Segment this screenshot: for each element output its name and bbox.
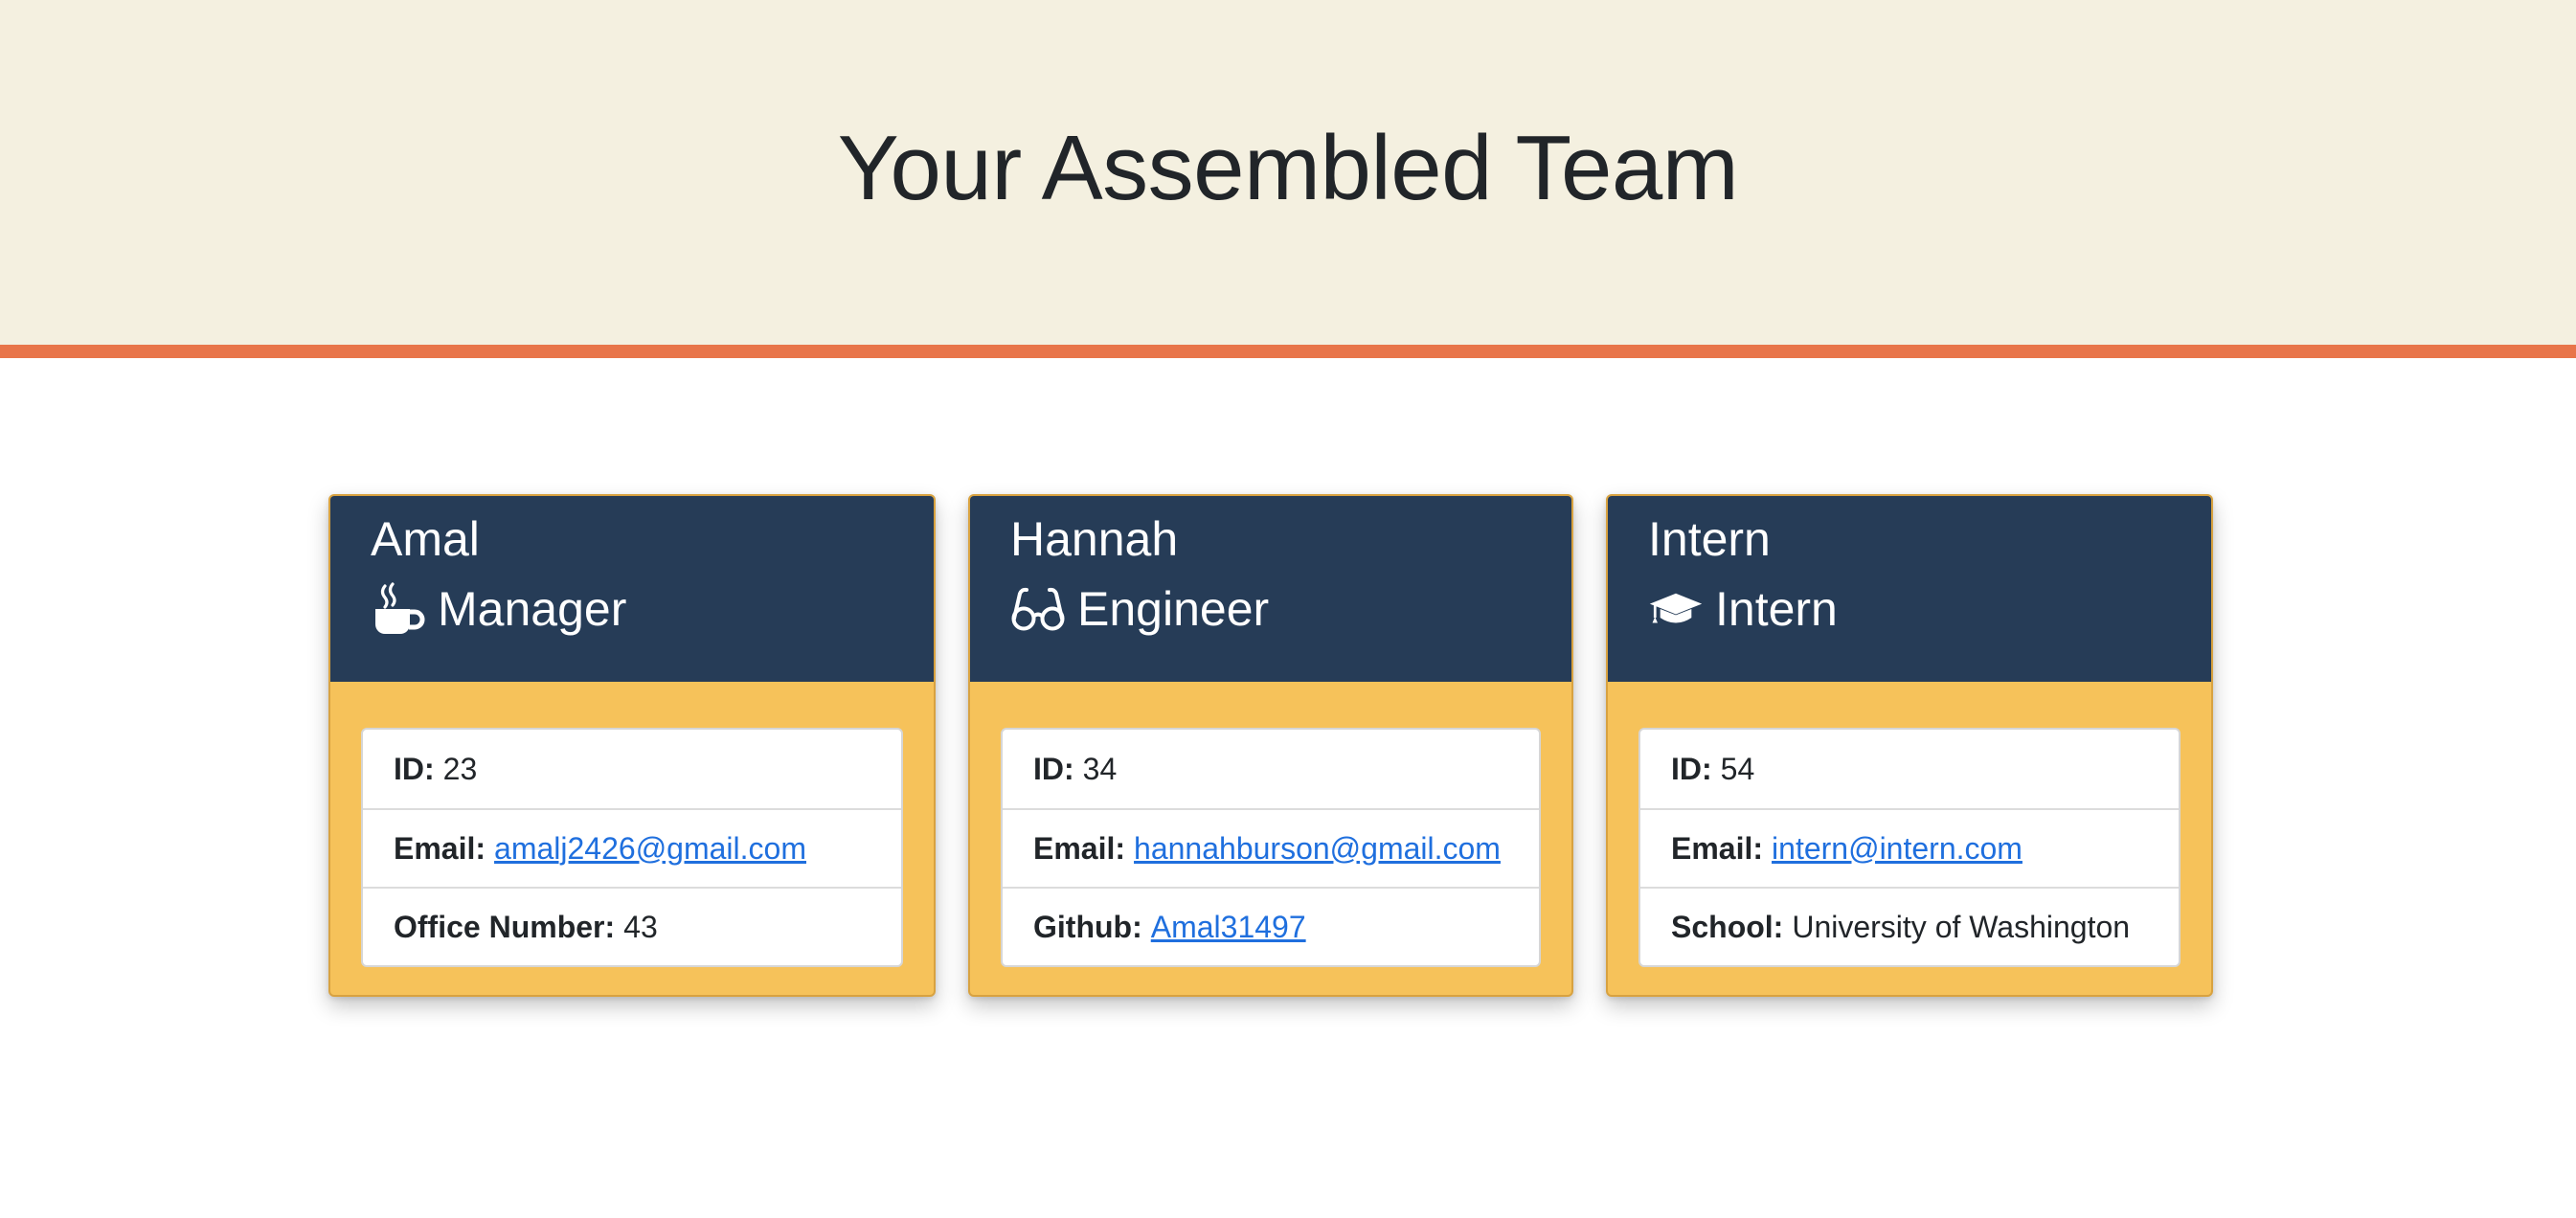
- employee-card-intern: Intern Intern ID: 54 Email: intern@inter…: [1606, 494, 2213, 997]
- email-label: Email:: [1033, 830, 1126, 866]
- list-item-email: Email: intern@intern.com: [1640, 808, 2179, 887]
- office-number-label: Office Number:: [394, 909, 616, 944]
- employee-role-label: Intern: [1715, 582, 1838, 636]
- card-body: ID: 54 Email: intern@intern.com School: …: [1608, 682, 2211, 967]
- employee-role: Intern: [1648, 578, 2171, 640]
- school-label: School:: [1671, 909, 1784, 944]
- employee-details: ID: 23 Email: amalj2426@gmail.com Office…: [361, 728, 903, 967]
- employee-role: Engineer: [1010, 578, 1531, 640]
- email-label: Email:: [394, 830, 486, 866]
- employee-card-manager: Amal Manager ID: 23 Email: amalj2426@gma…: [328, 494, 936, 997]
- list-item-school: School: University of Washington: [1640, 887, 2179, 965]
- mug-hot-icon: [371, 581, 426, 637]
- employee-details: ID: 34 Email: hannahburson@gmail.com Git…: [1001, 728, 1541, 967]
- card-header: Intern Intern: [1608, 496, 2211, 682]
- card-header: Hannah Engineer: [970, 496, 1571, 682]
- list-item-id: ID: 34: [1003, 730, 1539, 808]
- card-body: ID: 23 Email: amalj2426@gmail.com Office…: [330, 682, 934, 967]
- email-label: Email:: [1671, 830, 1764, 866]
- page-header: Your Assembled Team: [0, 0, 2576, 358]
- email-link[interactable]: intern@intern.com: [1772, 831, 2022, 867]
- list-item-github: Github: Amal31497: [1003, 887, 1539, 965]
- employee-details: ID: 54 Email: intern@intern.com School: …: [1638, 728, 2181, 967]
- school-value: University of Washington: [1792, 909, 2131, 944]
- email-link[interactable]: hannahburson@gmail.com: [1134, 831, 1501, 867]
- page-title: Your Assembled Team: [837, 117, 1739, 219]
- graduation-cap-icon: [1648, 581, 1704, 637]
- id-label: ID:: [1033, 751, 1074, 786]
- office-number-value: 43: [623, 909, 658, 944]
- id-value: 23: [442, 751, 478, 786]
- employee-name: Intern: [1648, 512, 1771, 566]
- card-body: ID: 34 Email: hannahburson@gmail.com Git…: [970, 682, 1571, 967]
- list-item-id: ID: 54: [1640, 730, 2179, 808]
- list-item-email: Email: hannahburson@gmail.com: [1003, 808, 1539, 887]
- email-link[interactable]: amalj2426@gmail.com: [494, 831, 806, 867]
- employee-name: Amal: [371, 512, 480, 566]
- id-value: 54: [1720, 751, 1755, 786]
- employee-card-engineer: Hannah Engineer ID: 34 Email: hannahburs…: [968, 494, 1573, 997]
- list-item-office-number: Office Number: 43: [363, 887, 901, 965]
- employee-name: Hannah: [1010, 512, 1179, 566]
- github-link[interactable]: Amal31497: [1151, 910, 1306, 945]
- id-label: ID:: [1671, 751, 1712, 786]
- team-cards: Amal Manager ID: 23 Email: amalj2426@gma…: [328, 494, 2213, 997]
- glasses-icon: [1010, 581, 1066, 637]
- employee-role-label: Engineer: [1077, 582, 1270, 636]
- id-value: 34: [1082, 751, 1118, 786]
- employee-role-label: Manager: [438, 582, 627, 636]
- employee-role: Manager: [371, 578, 893, 640]
- github-label: Github:: [1033, 909, 1142, 944]
- list-item-email: Email: amalj2426@gmail.com: [363, 808, 901, 887]
- card-header: Amal Manager: [330, 496, 934, 682]
- list-item-id: ID: 23: [363, 730, 901, 808]
- id-label: ID:: [394, 751, 435, 786]
